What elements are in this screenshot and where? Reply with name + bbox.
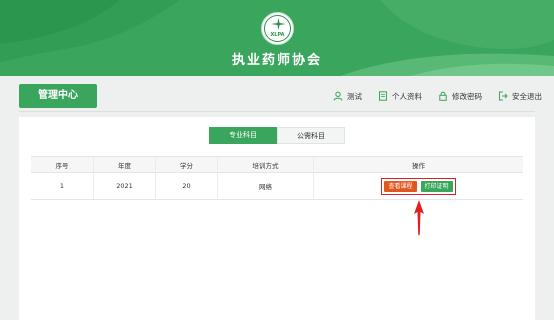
- cell-credits: 20: [155, 173, 217, 199]
- lock-icon: [439, 91, 447, 101]
- tab-public-subjects[interactable]: 公需科目: [277, 127, 345, 144]
- top-links: 测试 个人资料 修改密码 安全退出: [333, 88, 542, 104]
- tab-professional-subjects[interactable]: 专业科目: [209, 127, 277, 144]
- print-certificate-button[interactable]: 打印证明: [420, 180, 453, 192]
- actions-highlight-box: 查看课程 打印证明: [381, 177, 456, 195]
- view-course-button[interactable]: 查看课程: [384, 180, 417, 192]
- column-header: 年度: [93, 157, 155, 172]
- association-logo: XLPA: [261, 12, 294, 45]
- records-table: 序号 年度 学分 培训方式 操作 1 2021 20 网络 查看课程 打印证明: [31, 156, 523, 200]
- logout-link[interactable]: 安全退出: [498, 91, 542, 102]
- profile-link[interactable]: 个人资料: [378, 91, 422, 102]
- column-header: 序号: [55, 161, 69, 170]
- logo-abbreviation: XLPA: [270, 32, 285, 38]
- header-banner: XLPA 执业药师协会: [0, 0, 554, 76]
- table-header-row: 序号 年度 学分 培训方式 操作: [31, 156, 523, 173]
- document-icon: [379, 91, 387, 101]
- user-link-label: 测试: [347, 91, 362, 101]
- org-title: 执业药师协会: [231, 53, 322, 68]
- change-password-link[interactable]: 修改密码: [438, 91, 482, 102]
- change-password-label: 修改密码: [452, 91, 482, 101]
- cell-index: 1: [59, 182, 65, 190]
- profile-link-label: 个人资料: [392, 91, 422, 101]
- cell-year: 2021: [93, 173, 155, 199]
- logout-icon: [499, 91, 508, 101]
- annotation-arrow-icon: [414, 200, 424, 236]
- subject-tabs: 专业科目 公需科目: [209, 127, 345, 144]
- column-header: 培训方式: [217, 157, 313, 172]
- table-row: 1 2021 20 网络 查看课程 打印证明: [31, 173, 523, 200]
- user-link[interactable]: 测试: [333, 91, 362, 102]
- logout-label: 安全退出: [512, 91, 542, 101]
- cell-actions: 查看课程 打印证明: [313, 173, 523, 199]
- content-panel: [19, 117, 535, 320]
- star-emblem-icon: [271, 18, 286, 30]
- management-center-tab[interactable]: 管理中心: [19, 84, 97, 108]
- column-header: 学分: [155, 157, 217, 172]
- section-divider: [19, 111, 535, 112]
- cell-training-method: 网络: [217, 173, 313, 199]
- user-icon: [333, 91, 343, 101]
- column-header: 操作: [313, 157, 523, 172]
